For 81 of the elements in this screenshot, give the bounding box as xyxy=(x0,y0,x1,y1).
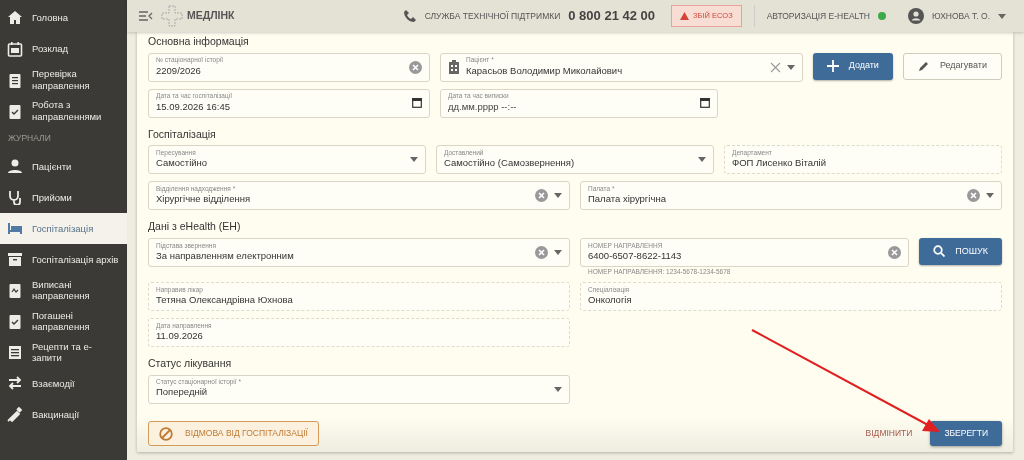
sidebar-item[interactable]: Головна xyxy=(0,2,127,33)
caret-icon[interactable] xyxy=(410,157,418,163)
home-icon xyxy=(7,9,23,26)
edit-button[interactable]: Редагувати xyxy=(902,52,1002,80)
sidebar-item[interactable]: Рецепти та е-запити xyxy=(0,336,127,368)
bed-icon xyxy=(7,220,23,237)
calendar-icon[interactable] xyxy=(700,98,710,109)
caret-icon xyxy=(998,13,1006,19)
clipboard-icon xyxy=(7,282,23,299)
support-label: СЛУЖБА ТЕХНІЧНОЇ ПІДТРИМКИ xyxy=(424,9,561,23)
add-button[interactable]: Додати xyxy=(812,52,893,80)
field-value: Онкологія xyxy=(588,293,633,307)
clipboard-icon xyxy=(7,71,23,88)
sidebar-item[interactable]: Перевірка направлення xyxy=(0,64,127,95)
field-value: ФОП Лисенко Віталій xyxy=(732,157,828,171)
clipboard-icon xyxy=(7,102,23,119)
sidebar-item[interactable]: Виписані направлення xyxy=(0,274,127,306)
field-input[interactable]: Самостійно (Самозвернення) xyxy=(444,156,692,171)
field-input[interactable]: Палата хірургічна xyxy=(588,192,961,207)
caret-icon[interactable] xyxy=(554,386,562,392)
clear-icon[interactable] xyxy=(888,245,902,259)
support-phone: 0 800 21 42 00 xyxy=(568,7,656,26)
field-input[interactable]: дд.мм.рррр --:-- xyxy=(448,99,694,114)
section-heading: ЖУРНАЛИ xyxy=(7,132,52,145)
field-input[interactable]: Попередній xyxy=(156,385,548,400)
field-input[interactable]: Самостійно xyxy=(156,156,404,171)
sidebar-item[interactable]: Пацієнти xyxy=(0,150,127,182)
section-title: Госпіталізація xyxy=(148,127,217,141)
search-icon xyxy=(933,245,946,258)
logo-text: МЕДЛІНК xyxy=(187,8,235,24)
field-input[interactable]: 6400-6507-8622-1143 xyxy=(588,248,883,263)
field-input[interactable]: 15.09.2026 16:45 xyxy=(156,99,406,114)
auth-status-label: АВТОРИЗАЦІЯ E-HEALTH xyxy=(766,9,870,23)
menu-collapse-icon[interactable] xyxy=(139,11,153,21)
caret-icon[interactable] xyxy=(554,249,562,255)
prohibited-icon xyxy=(159,426,173,441)
archive-icon xyxy=(7,251,23,268)
section-title: Основна інформація xyxy=(148,35,250,48)
calendar-icon[interactable] xyxy=(412,98,422,109)
pencil-icon xyxy=(917,60,930,73)
cancel-button[interactable]: ВІДМІНИТИ xyxy=(859,426,919,441)
caret-icon[interactable] xyxy=(986,193,994,199)
syringe-icon xyxy=(7,406,23,423)
sidebar-item[interactable]: Прийоми xyxy=(0,181,127,213)
sidebar-item[interactable]: Госпіталізація xyxy=(0,212,127,244)
phone-icon xyxy=(402,9,417,23)
sidebar-item[interactable]: Госпіталізація архів xyxy=(0,243,127,275)
sidebar-item[interactable]: Розклад xyxy=(0,33,127,64)
caret-icon[interactable] xyxy=(786,64,795,70)
field-value: Тетяна Олександрівна Юхнова xyxy=(156,293,294,307)
search-button[interactable]: ПОШУК xyxy=(919,237,1002,265)
clear-icon[interactable] xyxy=(769,61,781,73)
field-input[interactable]: 2209/2026 xyxy=(156,63,403,78)
warning-icon xyxy=(680,12,690,20)
sidebar-item[interactable]: Погашені направлення xyxy=(0,305,127,337)
building-icon xyxy=(448,60,460,75)
section-title: Дані з eHealth (ЕН) xyxy=(148,220,242,233)
section-title: Статус лікування xyxy=(148,356,233,370)
sidebar-item[interactable]: Вакцинації xyxy=(0,398,127,430)
swap-arrows-icon xyxy=(7,375,23,392)
save-button[interactable]: ЗБЕРЕГТИ xyxy=(930,421,1002,446)
clear-icon[interactable] xyxy=(535,189,548,203)
logo-icon xyxy=(161,5,183,27)
clear-icon[interactable] xyxy=(409,60,422,74)
user-avatar-icon xyxy=(908,8,924,24)
field-input[interactable]: Карасьов Володимир Миколайович xyxy=(466,63,764,78)
clear-icon[interactable] xyxy=(967,189,980,203)
clipboard-icon xyxy=(7,313,23,330)
stethoscope-icon xyxy=(7,189,23,206)
caret-icon[interactable] xyxy=(554,193,562,199)
list-icon xyxy=(7,344,23,361)
field-input[interactable]: Хірургічне відділення xyxy=(156,192,529,207)
sidebar-item[interactable]: Робота з направленнями xyxy=(0,95,127,126)
user-menu-button[interactable]: ЮХНОВА Т. О. xyxy=(902,7,1012,25)
clear-icon[interactable] xyxy=(535,245,548,259)
plus-icon xyxy=(826,60,839,73)
field-value: 11.09.2026 xyxy=(156,329,203,343)
caret-icon[interactable] xyxy=(698,157,706,163)
person-icon xyxy=(7,158,23,175)
calendar-icon xyxy=(7,40,23,57)
sidebar-item[interactable]: Взаємодії xyxy=(0,367,127,399)
